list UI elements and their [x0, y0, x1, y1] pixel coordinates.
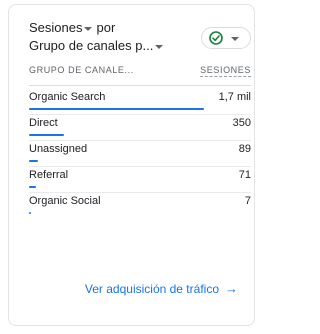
table-row[interactable]: Organic Search 1,7 mil: [29, 89, 251, 115]
card-title: Sesiones por Grupo de canales p...: [29, 19, 179, 55]
row-share-bar: [29, 134, 64, 136]
metric-dropdown-icon: [84, 26, 93, 31]
arrow-right-icon: →: [225, 281, 238, 296]
column-header-dimension: GRUPO DE CANALE...: [29, 65, 134, 75]
view-traffic-acquisition-link[interactable]: Ver adquisición de tráfico →: [85, 281, 238, 296]
check-circle-icon: [209, 31, 223, 45]
column-header-sessions[interactable]: SESIONES: [200, 65, 251, 77]
dimension-selector[interactable]: Grupo de canales p...: [29, 37, 179, 55]
row-channel-label: Unassigned: [29, 143, 88, 155]
metric-selector[interactable]: Sesiones por: [29, 19, 179, 37]
dimension-dropdown-icon: [155, 44, 164, 49]
comparison-menu-button[interactable]: [201, 27, 251, 49]
chevron-down-icon: [231, 36, 239, 41]
row-sessions-value: 71: [238, 169, 251, 181]
row-sessions-value: 350: [232, 117, 251, 129]
title-connector: por: [96, 20, 116, 35]
row-share-bar: [29, 160, 38, 162]
row-channel-label: Organic Social: [29, 195, 101, 207]
row-share-bar: [29, 186, 36, 188]
footer-link-label: Ver adquisición de tráfico: [84, 281, 219, 296]
row-sessions-value: 89: [238, 143, 251, 155]
table-row[interactable]: Unassigned 89: [29, 141, 251, 167]
table-row[interactable]: Organic Social 7: [29, 193, 251, 219]
row-channel-label: Organic Search: [29, 91, 106, 103]
row-channel-label: Direct: [29, 117, 58, 129]
dimension-label: Grupo de canales p...: [29, 38, 154, 53]
table-row[interactable]: Referral 71: [29, 167, 251, 193]
table-header: GRUPO DE CANALE... SESIONES: [29, 65, 251, 79]
table-row[interactable]: Direct 350: [29, 115, 251, 141]
header-divider: [29, 85, 251, 86]
row-sessions-value: 1,7 mil: [218, 91, 251, 103]
row-sessions-value: 7: [244, 195, 251, 207]
row-share-bar: [29, 108, 204, 110]
row-channel-label: Referral: [29, 169, 69, 181]
channel-sessions-card: Sesiones por Grupo de canales p... GRUPO…: [8, 4, 255, 326]
metric-label: Sesiones: [29, 20, 83, 35]
row-share-bar: [29, 212, 31, 214]
